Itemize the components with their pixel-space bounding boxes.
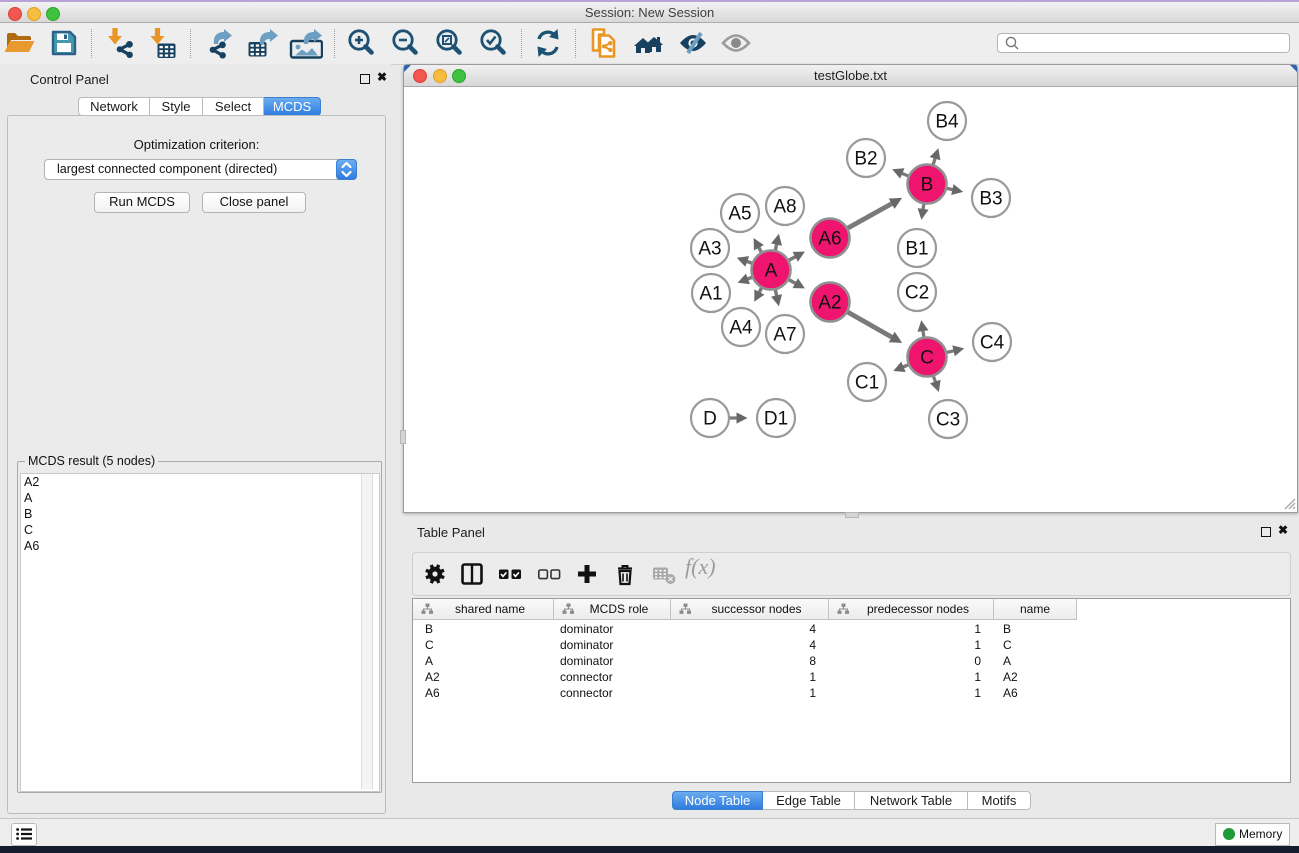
svg-text:B3: B3 xyxy=(979,189,1002,210)
svg-text:C1: C1 xyxy=(855,373,879,394)
svg-text:B4: B4 xyxy=(935,112,959,133)
svg-text:B1: B1 xyxy=(905,239,928,260)
svg-text:A6: A6 xyxy=(818,229,841,250)
svg-text:B: B xyxy=(921,175,934,196)
svg-text:A2: A2 xyxy=(818,293,841,314)
svg-text:A8: A8 xyxy=(773,197,796,218)
svg-text:C2: C2 xyxy=(905,283,929,304)
svg-text:B2: B2 xyxy=(854,149,877,170)
svg-text:D1: D1 xyxy=(764,409,788,430)
svg-text:C: C xyxy=(920,348,934,369)
svg-text:A7: A7 xyxy=(773,325,796,346)
svg-text:C4: C4 xyxy=(980,333,1005,354)
svg-text:A1: A1 xyxy=(699,284,722,305)
svg-text:A5: A5 xyxy=(728,204,751,225)
svg-text:A3: A3 xyxy=(698,239,721,260)
svg-text:D: D xyxy=(703,409,717,430)
svg-text:C3: C3 xyxy=(936,410,960,431)
svg-text:A: A xyxy=(765,261,778,282)
svg-text:A4: A4 xyxy=(729,318,753,339)
